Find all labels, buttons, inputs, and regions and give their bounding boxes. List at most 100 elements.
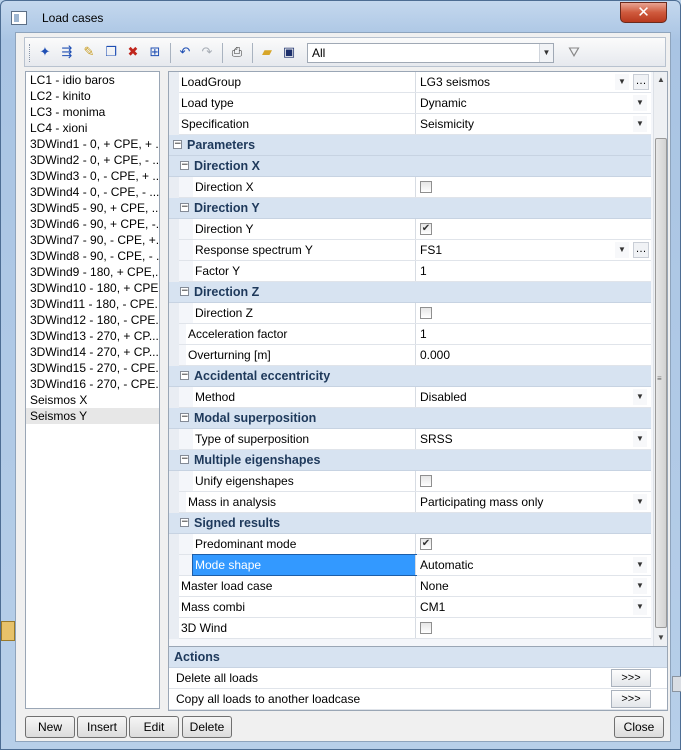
property-row[interactable]: Mass in analysis Participating mass only ▼ (169, 492, 651, 513)
insert-icon[interactable]: ⇶ (57, 43, 77, 63)
chevron-down-icon[interactable]: ▼ (615, 242, 629, 258)
list-item[interactable]: LC4 - xioni (26, 120, 159, 136)
list-item[interactable]: 3DWind5 - 90, + CPE, ... (26, 200, 159, 216)
list-item[interactable]: Seismos Y (26, 408, 159, 424)
chevron-down-icon[interactable]: ▼ (633, 431, 647, 447)
list-item[interactable]: LC2 - kinito (26, 88, 159, 104)
property-row[interactable]: 3D Wind (169, 618, 651, 639)
property-value[interactable] (416, 618, 651, 638)
collapse-icon[interactable]: − (180, 287, 189, 296)
checkbox-checked[interactable]: ✔ (420, 223, 432, 235)
collapse-icon[interactable]: − (180, 203, 189, 212)
list-item[interactable]: 3DWind3 - 0, - CPE, + ... (26, 168, 159, 184)
property-value[interactable]: 0.000 (416, 345, 651, 365)
chevron-down-icon[interactable]: ▼ (633, 494, 647, 510)
browse-button[interactable]: … (633, 74, 649, 90)
chevron-down-icon[interactable]: ▼ (633, 95, 647, 111)
title-bar[interactable]: Load cases ✕ (1, 1, 680, 31)
list-item[interactable]: 3DWind13 - 270, + CP... (26, 328, 159, 344)
list-item[interactable]: 3DWind12 - 180, - CPE... (26, 312, 159, 328)
list-item[interactable]: 3DWind10 - 180, + CPE... (26, 280, 159, 296)
section-header[interactable]: − Accidental eccentricity (169, 366, 651, 387)
close-button[interactable]: Close (614, 716, 664, 738)
vertical-scrollbar[interactable]: ▲ ≡ ▼ (653, 72, 667, 646)
list-item[interactable]: 3DWind2 - 0, + CPE, - ... (26, 152, 159, 168)
chevron-down-icon[interactable]: ▼ (633, 389, 647, 405)
property-row[interactable]: Response spectrum Y FS1 ▼… (169, 240, 651, 261)
property-row[interactable]: Mass combi CM1 ▼ (169, 597, 651, 618)
property-row[interactable]: Overturning [m] 0.000 (169, 345, 651, 366)
property-row[interactable]: LoadGroup LG3 seismos ▼… (169, 72, 651, 93)
property-value[interactable]: Disabled ▼ (416, 387, 651, 407)
property-value[interactable]: CM1 ▼ (416, 597, 651, 617)
property-row[interactable]: Unify eigenshapes (169, 471, 651, 492)
chevron-down-icon[interactable]: ▼ (633, 116, 647, 132)
collapse-icon[interactable]: − (180, 413, 189, 422)
load-case-list[interactable]: LC1 - idio baros LC2 - kinito LC3 - monima… (25, 71, 160, 709)
collapse-icon[interactable]: − (180, 161, 189, 170)
collapse-icon[interactable]: − (180, 518, 189, 527)
toolbar-grip[interactable] (29, 44, 32, 62)
property-value[interactable]: None ▼ (416, 576, 651, 596)
property-value[interactable] (416, 471, 651, 491)
edit-button[interactable]: Edit (129, 716, 179, 738)
chevron-down-icon[interactable]: ▼ (539, 44, 553, 62)
property-value[interactable]: 1 (416, 261, 651, 281)
undo-icon[interactable]: ↶ (175, 43, 195, 63)
property-value[interactable] (416, 177, 651, 197)
property-value[interactable]: ✔ (416, 219, 651, 239)
filter-select[interactable]: All ▼ (307, 43, 554, 63)
list-item[interactable]: 3DWind8 - 90, - CPE, - ... (26, 248, 159, 264)
new-button[interactable]: New (25, 716, 75, 738)
delete-button[interactable]: Delete (182, 716, 232, 738)
property-row[interactable]: Direction Z (169, 303, 651, 324)
list-item[interactable]: LC3 - monima (26, 104, 159, 120)
section-header[interactable]: − Direction Y (169, 198, 651, 219)
property-row[interactable]: Direction X (169, 177, 651, 198)
checkbox-unchecked[interactable] (420, 475, 432, 487)
checkbox-unchecked[interactable] (420, 622, 432, 634)
insert-button[interactable]: Insert (77, 716, 127, 738)
property-value[interactable]: FS1 ▼… (416, 240, 651, 260)
property-row[interactable]: Acceleration factor 1 (169, 324, 651, 345)
property-row[interactable]: Mode shape Automatic ▼ (169, 554, 651, 576)
new-case-icon[interactable]: ✦ (35, 43, 55, 63)
property-row[interactable]: Method Disabled ▼ (169, 387, 651, 408)
list-item[interactable]: 3DWind7 - 90, - CPE, +... (26, 232, 159, 248)
section-header[interactable]: − Multiple eigenshapes (169, 450, 651, 471)
section-header[interactable]: − Modal superposition (169, 408, 651, 429)
property-value[interactable]: SRSS ▼ (416, 429, 651, 449)
property-row[interactable]: Direction Y ✔ (169, 219, 651, 240)
property-row[interactable]: Predominant mode ✔ (169, 534, 651, 555)
property-row[interactable]: Factor Y 1 (169, 261, 651, 282)
property-row[interactable]: Specification Seismicity ▼ (169, 114, 651, 135)
property-value[interactable]: Participating mass only ▼ (416, 492, 651, 512)
collapse-icon[interactable]: − (180, 371, 189, 380)
section-header[interactable]: − Signed results (169, 513, 651, 534)
save-icon[interactable]: ▣ (279, 43, 299, 63)
action-copy-all-loads[interactable]: Copy all loads to another loadcase >>> (169, 689, 667, 710)
collapse-icon[interactable]: − (173, 140, 182, 149)
open-icon[interactable]: ▰ (257, 43, 277, 63)
chevron-down-icon[interactable]: ▼ (615, 74, 629, 90)
property-value[interactable]: 1 (416, 324, 651, 344)
scroll-thumb[interactable] (655, 138, 667, 628)
action-delete-all-loads-button[interactable]: >>> (611, 669, 651, 687)
collapse-icon[interactable]: − (180, 455, 189, 464)
list-item[interactable]: 3DWind15 - 270, - CPE... (26, 360, 159, 376)
property-value[interactable]: Seismicity ▼ (416, 114, 651, 134)
filter-icon[interactable]: ⛛ (565, 43, 583, 63)
checkbox-unchecked[interactable] (420, 181, 432, 193)
list-item[interactable]: 3DWind6 - 90, + CPE, -... (26, 216, 159, 232)
delete-icon[interactable]: ✖ (123, 43, 143, 63)
tree-icon[interactable]: ⊞ (145, 43, 165, 63)
print-icon[interactable]: ⎙ (227, 43, 247, 63)
list-item[interactable]: 3DWind1 - 0, + CPE, + ... (26, 136, 159, 152)
redo-icon[interactable]: ↷ (197, 43, 217, 63)
action-delete-all-loads[interactable]: Delete all loads >>> (169, 668, 667, 689)
edit-icon[interactable]: ✎ (79, 43, 99, 63)
list-item[interactable]: LC1 - idio baros (26, 72, 159, 88)
scroll-down-icon[interactable]: ▼ (654, 630, 667, 646)
section-header[interactable]: − Direction Z (169, 282, 651, 303)
chevron-down-icon[interactable]: ▼ (633, 599, 647, 615)
